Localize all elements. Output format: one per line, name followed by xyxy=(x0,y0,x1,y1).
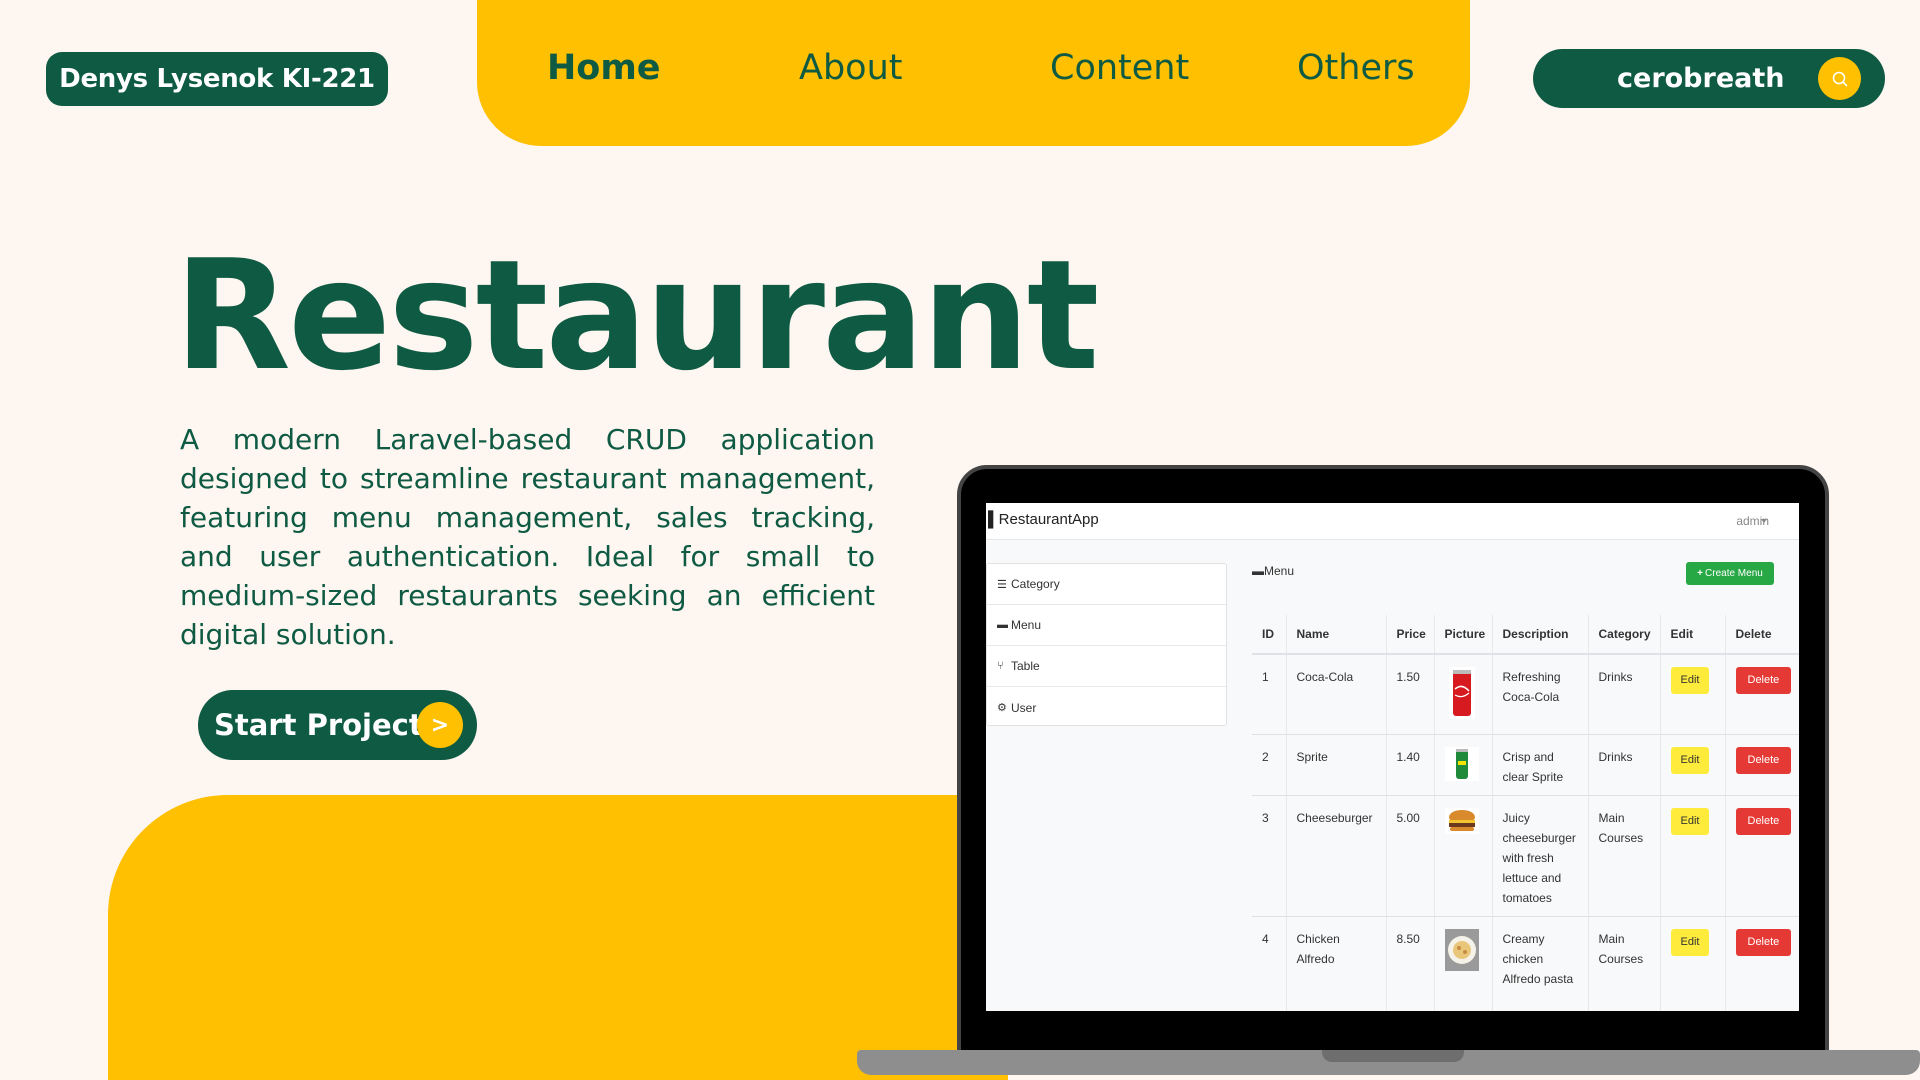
chicken-alfredo-image xyxy=(1444,928,1479,971)
edit-button[interactable]: Edit xyxy=(1670,746,1710,774)
search-label: cerobreath xyxy=(1617,63,1785,94)
list-icon: ☰ xyxy=(997,578,1007,591)
cell-id: 3 xyxy=(1252,795,1287,917)
cell-edit: Edit xyxy=(1660,734,1726,796)
sidebar-item-label: Category xyxy=(1011,577,1060,591)
table-row: 4 Chicken Alfredo 8.50 Creamy chicken Al… xyxy=(1252,916,1799,1011)
column-header: Name xyxy=(1286,615,1387,655)
sprite-can-image xyxy=(1444,746,1479,781)
app-screenshot: ▌RestaurantApp admin ☰ Category ▬ Menu ⑂… xyxy=(986,503,1799,1011)
cell-delete: Delete xyxy=(1725,795,1799,917)
sidebar-item-label: Table xyxy=(1011,659,1040,673)
hamburger-icon: ▬ xyxy=(997,619,1008,631)
column-header: ID xyxy=(1252,615,1287,655)
column-header: Category xyxy=(1588,615,1661,655)
cell-id: 2 xyxy=(1252,734,1287,796)
cell-category: Main Courses xyxy=(1588,916,1661,1011)
cell-edit: Edit xyxy=(1660,654,1726,735)
cell-description: Refreshing Coca-Cola xyxy=(1492,654,1589,735)
delete-button[interactable]: Delete xyxy=(1735,667,1792,694)
search-bar[interactable]: cerobreath xyxy=(1533,49,1885,108)
utensils-icon: ▌ xyxy=(988,511,999,528)
cell-name: Chicken Alfredo xyxy=(1286,916,1387,1011)
table-row: 2 Sprite 1.40 Crisp and clear Sprite Dri… xyxy=(1252,734,1799,796)
cell-category: Main Courses xyxy=(1588,795,1661,917)
column-header: Picture xyxy=(1434,615,1493,655)
cell-price: 8.50 xyxy=(1386,916,1435,1011)
cell-delete: Delete xyxy=(1725,916,1799,1011)
section-title: ▬Menu xyxy=(1252,564,1295,578)
sidebar-item-user[interactable]: ⚙ User xyxy=(987,687,1226,728)
cell-id: 1 xyxy=(1252,654,1287,735)
cell-delete: Delete xyxy=(1725,654,1799,735)
decorative-yellow-shape xyxy=(108,795,1008,1080)
search-icon xyxy=(1832,71,1847,86)
sidebar-item-table[interactable]: ⑂ Table xyxy=(987,646,1226,687)
app-navbar: ▌RestaurantApp admin xyxy=(986,503,1799,540)
cell-picture xyxy=(1434,795,1493,917)
column-header: Description xyxy=(1492,615,1589,655)
author-name: Denys Lysenok KI-221 xyxy=(59,64,375,94)
cell-edit: Edit xyxy=(1660,795,1726,917)
column-header: Delete xyxy=(1725,615,1799,655)
sidebar-item-category[interactable]: ☰ Category xyxy=(987,564,1226,605)
cell-id: 4 xyxy=(1252,916,1287,1011)
sidebar-item-menu[interactable]: ▬ Menu xyxy=(987,605,1226,646)
cell-picture xyxy=(1434,654,1493,735)
users-cog-icon: ⚙ xyxy=(997,702,1007,714)
delete-button[interactable]: Delete xyxy=(1735,746,1792,774)
column-header: Price xyxy=(1386,615,1435,655)
column-header: Edit xyxy=(1660,615,1726,655)
nav-home[interactable]: Home xyxy=(547,48,661,88)
coca-cola-can-image xyxy=(1448,667,1475,719)
sidebar-item-label: Menu xyxy=(1011,618,1042,632)
table-row: 1 Coca-Cola 1.50 Refreshing Coca-Cola Dr… xyxy=(1252,654,1799,735)
cell-delete: Delete xyxy=(1725,734,1799,796)
main-nav: Home About Content Others xyxy=(477,0,1470,146)
table-header-row: ID Name Price Picture Description Catego… xyxy=(1252,615,1799,655)
edit-button[interactable]: Edit xyxy=(1670,807,1710,835)
hero-description: A modern Laravel-based CRUD application … xyxy=(180,423,875,651)
hamburger-icon: ▬ xyxy=(1252,564,1264,578)
menu-table: ID Name Price Picture Description Catego… xyxy=(1252,615,1799,1011)
cell-category: Drinks xyxy=(1588,654,1661,735)
start-project-button[interactable]: Start Project > xyxy=(198,690,477,760)
edit-button[interactable]: Edit xyxy=(1670,928,1710,956)
app-sidebar: ☰ Category ▬ Menu ⑂ Table ⚙ User xyxy=(986,563,1227,726)
cell-description: Crisp and clear Sprite xyxy=(1492,734,1589,796)
author-badge: Denys Lysenok KI-221 xyxy=(46,52,388,106)
create-menu-button[interactable]: + Create Menu xyxy=(1686,562,1774,585)
hero-title: Restaurant xyxy=(174,227,1099,404)
app-brand[interactable]: ▌RestaurantApp xyxy=(988,511,1099,528)
table-row: 3 Cheeseburger 5.00 Juicy cheeseburger w… xyxy=(1252,795,1799,917)
cell-category: Drinks xyxy=(1588,734,1661,796)
arrow-right-icon: > xyxy=(417,702,463,748)
cell-price: 5.00 xyxy=(1386,795,1435,917)
caret-down-icon xyxy=(1761,519,1767,523)
delete-button[interactable]: Delete xyxy=(1735,807,1792,835)
cell-price: 1.40 xyxy=(1386,734,1435,796)
cell-description: Juicy cheeseburger with fresh lettuce an… xyxy=(1492,795,1589,917)
nav-content[interactable]: Content xyxy=(1050,48,1189,88)
cell-picture xyxy=(1434,734,1493,796)
edit-button[interactable]: Edit xyxy=(1670,667,1710,694)
cell-name: Sprite xyxy=(1286,734,1387,796)
cell-picture xyxy=(1434,916,1493,1011)
nav-about[interactable]: About xyxy=(799,48,902,88)
sidebar-item-label: User xyxy=(1011,700,1037,715)
cell-name: Cheeseburger xyxy=(1286,795,1387,917)
chair-icon: ⑂ xyxy=(997,660,1004,672)
start-project-label: Start Project xyxy=(214,708,423,742)
delete-button[interactable]: Delete xyxy=(1735,928,1792,956)
cell-price: 1.50 xyxy=(1386,654,1435,735)
cheeseburger-image xyxy=(1444,807,1479,834)
laptop-notch xyxy=(1322,1050,1464,1062)
plus-icon: + xyxy=(1697,568,1704,579)
cell-edit: Edit xyxy=(1660,916,1726,1011)
cell-name: Coca-Cola xyxy=(1286,654,1387,735)
cell-description: Creamy chicken Alfredo pasta xyxy=(1492,916,1589,1011)
nav-others[interactable]: Others xyxy=(1297,48,1415,88)
search-button[interactable] xyxy=(1818,57,1861,100)
